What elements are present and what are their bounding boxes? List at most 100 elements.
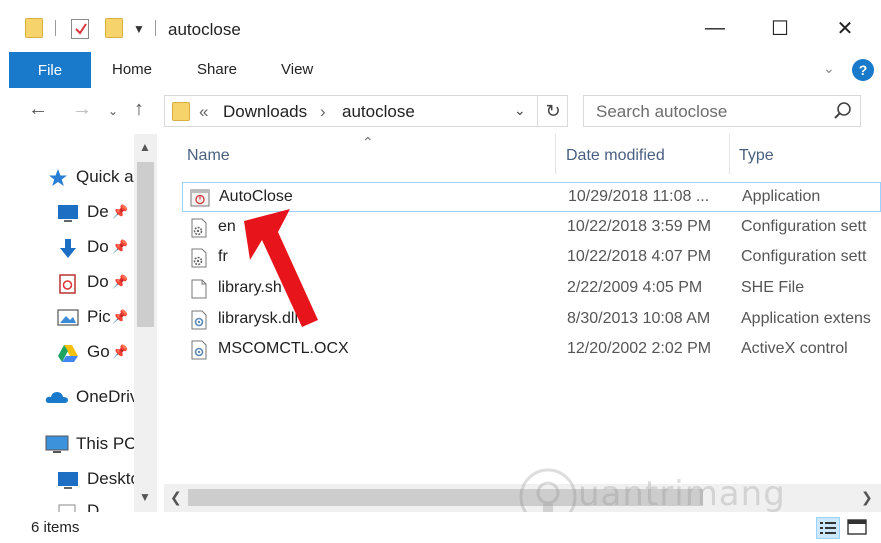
- file-name: AutoClose: [219, 188, 293, 205]
- scroll-left-arrow-icon[interactable]: ❮: [170, 489, 182, 506]
- search-input[interactable]: Search autoclose: [596, 102, 727, 122]
- sidebar-item-quick-access[interactable]: Quick a: [0, 164, 134, 192]
- help-icon[interactable]: ?: [852, 59, 874, 81]
- up-arrow-icon[interactable]: ↑: [134, 98, 144, 121]
- scrollbar-thumb[interactable]: [188, 489, 703, 506]
- horizontal-scrollbar[interactable]: ❮ ❯: [164, 484, 881, 512]
- pin-icon: 📌: [112, 344, 129, 359]
- file-type: Configuration sett: [741, 218, 867, 235]
- scrollbar-thumb[interactable]: [137, 162, 154, 327]
- recent-locations-chevron-icon[interactable]: ⌄: [108, 104, 118, 118]
- file-date: 10/22/2018 4:07 PM: [567, 248, 712, 265]
- breadcrumb-autoclose[interactable]: autoclose: [342, 102, 415, 122]
- column-header-label: Name: [187, 147, 230, 164]
- sidebar-item-downloads[interactable]: Do 📌: [0, 234, 134, 262]
- folder-icon: [58, 504, 76, 512]
- file-name: en: [218, 218, 236, 235]
- toolbar-separator: [155, 20, 156, 36]
- file-row[interactable]: MSCOMCTL.OCX 12/20/2002 2:02 PM ActiveX …: [182, 335, 881, 365]
- tab-share[interactable]: Share: [197, 61, 237, 78]
- this-pc-icon: [45, 435, 69, 453]
- file-name: librarysk.dll: [218, 310, 299, 327]
- file-row[interactable]: AutoClose 10/29/2018 11:08 ... Applicati…: [182, 182, 881, 212]
- sidebar-item-partial[interactable]: D: [0, 498, 134, 512]
- google-drive-icon: [58, 345, 78, 362]
- item-count: 6 items: [31, 519, 80, 536]
- column-header-date[interactable]: Date modified: [556, 134, 729, 178]
- sidebar-item-desktop[interactable]: De 📌: [0, 199, 134, 227]
- file-row[interactable]: fr 10/22/2018 4:07 PM Configuration sett: [182, 243, 881, 273]
- minimize-button[interactable]: —: [692, 13, 738, 43]
- forward-arrow-icon[interactable]: →: [72, 98, 92, 121]
- file-row[interactable]: en 10/22/2018 3:59 PM Configuration sett: [182, 213, 881, 243]
- file-date: 2/22/2009 4:05 PM: [567, 279, 703, 296]
- config-file-icon: [191, 218, 207, 238]
- customize-toolbar-dropdown[interactable]: ▼: [133, 22, 145, 36]
- folder-icon: [25, 18, 43, 38]
- column-header-type[interactable]: Type: [730, 134, 881, 178]
- file-type: ActiveX control: [741, 340, 848, 357]
- scroll-up-arrow-icon[interactable]: ▲: [139, 140, 151, 154]
- toolbar-separator: [55, 20, 56, 36]
- sidebar-item-label: Pic: [87, 307, 111, 326]
- search-icon[interactable]: [832, 100, 854, 122]
- breadcrumb-downloads[interactable]: Downloads: [223, 102, 307, 122]
- scroll-down-arrow-icon[interactable]: ▼: [139, 490, 151, 504]
- config-file-icon: [191, 248, 207, 268]
- column-header-name[interactable]: Name: [164, 134, 555, 178]
- window-title: autoclose: [168, 20, 241, 39]
- sidebar-item-this-pc[interactable]: This PC: [0, 431, 134, 459]
- column-header-label: Date modified: [566, 147, 665, 164]
- tab-view[interactable]: View: [281, 61, 313, 78]
- file-name: library.sh: [218, 279, 282, 296]
- close-button[interactable]: ✕: [822, 13, 868, 43]
- new-folder-button[interactable]: [105, 18, 123, 38]
- sidebar-item-documents[interactable]: Do 📌: [0, 269, 134, 297]
- file-name: fr: [218, 248, 228, 265]
- sidebar-item-label: Do: [87, 237, 109, 256]
- sidebar-item-onedrive[interactable]: OneDriv: [0, 384, 134, 412]
- sidebar-item-desktop-pc[interactable]: Deskto: [0, 466, 134, 494]
- large-icons-view-button[interactable]: [846, 517, 870, 539]
- sidebar-item-label: De: [87, 202, 109, 221]
- properties-button[interactable]: [71, 19, 89, 39]
- checkmark-icon: [75, 23, 87, 35]
- address-dropdown-chevron-icon[interactable]: ⌄: [514, 102, 526, 119]
- sidebar-item-pictures[interactable]: Pic 📌: [0, 304, 134, 332]
- sidebar-item-label: Quick a: [76, 167, 134, 186]
- breadcrumb-overflow[interactable]: «: [199, 102, 208, 122]
- expand-ribbon-chevron-icon[interactable]: ⌄: [823, 60, 835, 77]
- file-name: MSCOMCTL.OCX: [218, 340, 349, 357]
- sidebar-item-google-drive[interactable]: Go 📌: [0, 339, 134, 367]
- downloads-icon: [60, 239, 76, 258]
- search-box[interactable]: Search autoclose: [583, 95, 861, 127]
- refresh-icon[interactable]: ↻: [537, 96, 568, 126]
- file-date: 10/22/2018 3:59 PM: [567, 218, 712, 235]
- sidebar-scrollbar[interactable]: ▲ ▼: [134, 134, 157, 512]
- scroll-right-arrow-icon[interactable]: ❯: [861, 489, 873, 506]
- file-type: Application: [742, 188, 821, 205]
- file-list: ⌃ Name Date modified Type AutoClose 10/2…: [164, 134, 881, 484]
- details-view-button[interactable]: [816, 517, 840, 539]
- desktop-icon: [58, 472, 78, 489]
- breadcrumb-separator[interactable]: ›: [320, 102, 326, 122]
- navigation-pane: Quick a De 📌 Do 📌 Do 📌 Pic 📌 Go 📌 OneDri…: [0, 134, 160, 512]
- column-header-label: Type: [739, 147, 774, 164]
- documents-icon: [59, 274, 76, 294]
- file-row[interactable]: library.sh 2/22/2009 4:05 PM SHE File: [182, 274, 881, 304]
- file-type: SHE File: [741, 279, 805, 296]
- file-type: Configuration sett: [741, 248, 867, 265]
- sidebar-item-label: Go: [87, 342, 110, 361]
- file-date: 8/30/2013 10:08 AM: [567, 310, 711, 327]
- pin-icon: 📌: [112, 274, 129, 289]
- file-row[interactable]: librarysk.dll 8/30/2013 10:08 AM Applica…: [182, 305, 881, 335]
- ribbon-tabs: File Home Share View ⌄ ?: [0, 52, 881, 88]
- maximize-button[interactable]: ☐: [757, 13, 803, 43]
- back-arrow-icon[interactable]: ←: [28, 98, 48, 121]
- address-bar[interactable]: « Downloads › autoclose ⌄ ↻: [164, 95, 568, 127]
- sidebar-item-label: OneDriv: [76, 387, 134, 406]
- application-icon: [190, 189, 210, 207]
- large-icons-view-icon: [847, 519, 867, 535]
- tab-home[interactable]: Home: [112, 61, 152, 78]
- tab-file[interactable]: File: [9, 52, 91, 88]
